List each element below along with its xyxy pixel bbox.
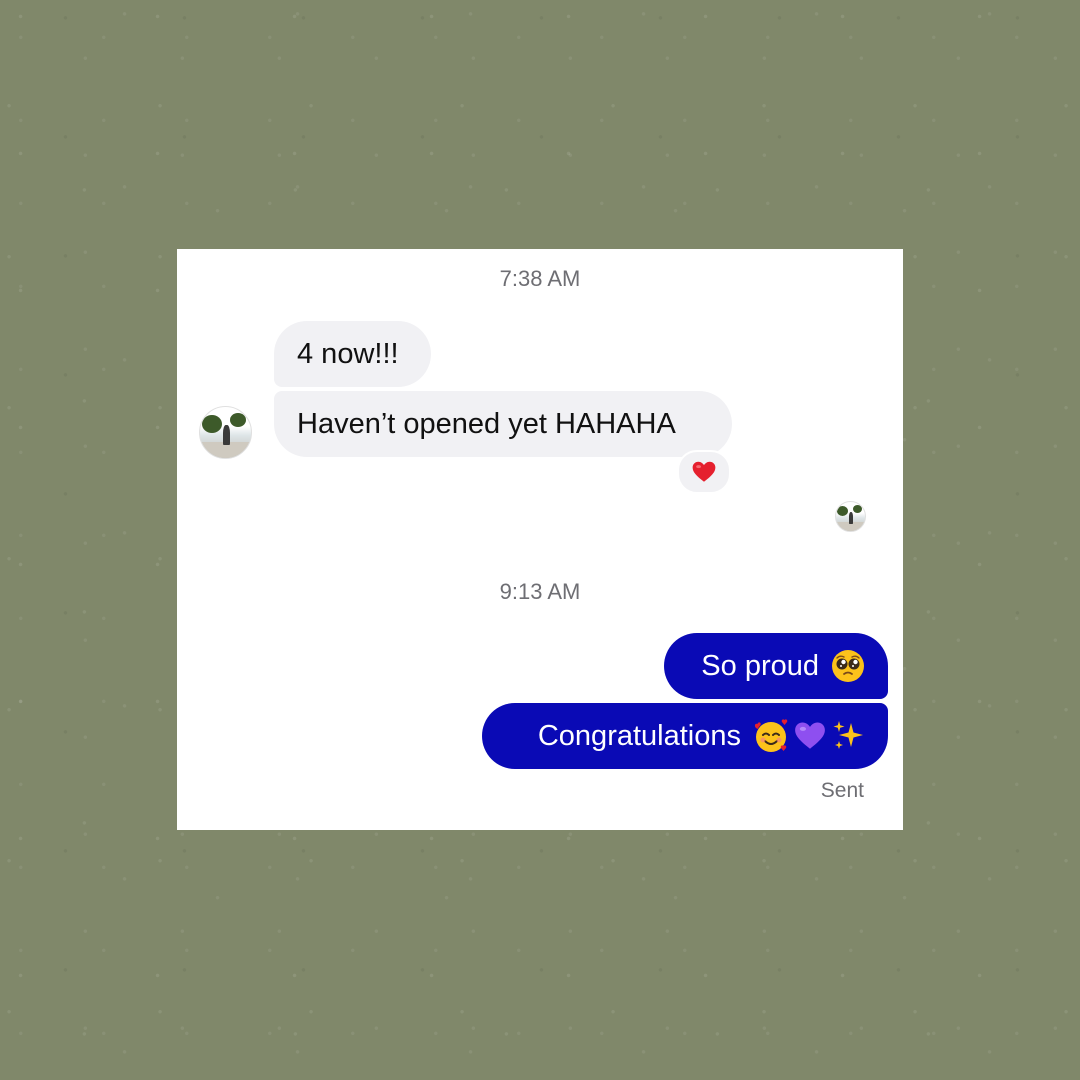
pleading-face-icon [831, 649, 865, 683]
message-text: Congratulations [537, 719, 741, 752]
message-text: Haven’t opened yet HAHAHA [297, 407, 676, 440]
timestamp: 9:13 AM [499, 579, 581, 604]
sender-avatar[interactable] [199, 406, 252, 459]
purple-heart-icon [793, 719, 827, 753]
sparkles-icon [831, 719, 865, 753]
incoming-message-bubble[interactable]: Haven’t opened yet HAHAHA [274, 391, 732, 457]
incoming-message-bubble[interactable]: 4 now!!! [274, 321, 431, 387]
outgoing-message-bubble[interactable]: So proud [664, 633, 888, 699]
smiling-face-with-hearts-icon [753, 718, 789, 754]
chat-card: 7:38 AM 4 now!!! Haven’t opened yet HAHA… [177, 249, 903, 830]
outgoing-message-bubble[interactable]: Congratulations [482, 703, 888, 769]
message-text: 4 now!!! [297, 337, 399, 370]
timestamp: 7:38 AM [499, 266, 581, 291]
read-receipt-avatar [835, 501, 866, 532]
red-heart-icon [692, 461, 716, 482]
message-reaction[interactable] [677, 450, 731, 494]
message-text: So proud [701, 649, 819, 682]
message-status: Sent [820, 779, 864, 802]
